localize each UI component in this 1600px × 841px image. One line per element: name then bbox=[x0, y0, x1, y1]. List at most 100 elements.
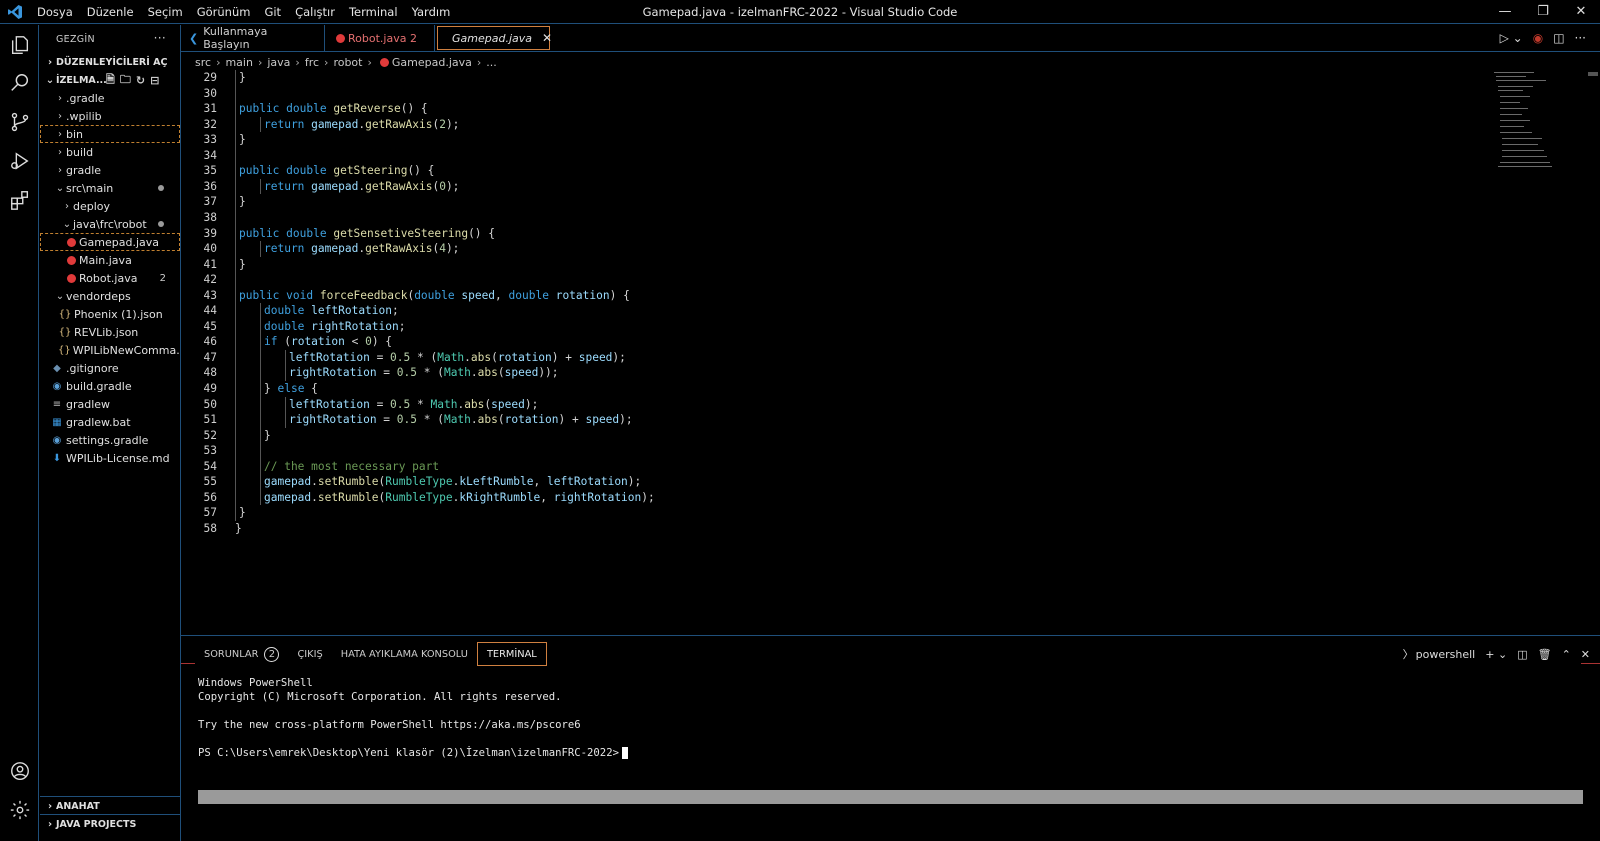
more-actions-icon[interactable]: ··· bbox=[1575, 31, 1586, 45]
collapse-all-icon[interactable]: ⊟ bbox=[150, 74, 159, 87]
tab-label: Robot.java 2 bbox=[348, 31, 417, 45]
tree-item-gradlew[interactable]: ≡ gradlew bbox=[40, 395, 180, 413]
close-tab-icon[interactable]: ✕ bbox=[542, 31, 552, 45]
terminal-icon: 〉 bbox=[1402, 648, 1414, 661]
chevron-right-icon: › bbox=[58, 146, 62, 158]
tab-debug-console[interactable]: HATA AYIKLAMA KONSOLU bbox=[332, 642, 477, 666]
settings-gear-icon[interactable] bbox=[0, 791, 39, 829]
tree-item-vendordeps[interactable]: ⌄ vendordeps bbox=[40, 287, 180, 305]
tree-item-gradle-folder[interactable]: › .gradle bbox=[40, 89, 180, 107]
tree-item-gradlew-bat[interactable]: ▦ gradlew.bat bbox=[40, 413, 180, 431]
search-icon[interactable] bbox=[0, 64, 39, 102]
extensions-icon[interactable] bbox=[0, 181, 39, 219]
explorer-sidebar: GEZGİN ··· › DÜZENLEYİCİLERİ AÇ ⌄ İZELMA… bbox=[40, 25, 181, 841]
tree-item-settings-gradle[interactable]: ◉ settings.gradle bbox=[40, 431, 180, 449]
maximize-panel-icon[interactable]: ⌃ bbox=[1562, 648, 1571, 661]
close-window-icon[interactable]: ✕ bbox=[1562, 0, 1600, 24]
restore-icon[interactable]: ❐ bbox=[1524, 0, 1562, 24]
tree-item-label: build bbox=[66, 145, 94, 159]
tab-problems[interactable]: SORUNLAR 2 bbox=[195, 642, 288, 666]
new-terminal-icon[interactable]: + ⌄ bbox=[1485, 648, 1507, 661]
menu-git[interactable]: Git bbox=[257, 0, 288, 24]
tree-item-java-frc-robot[interactable]: ⌄ java\frc\robot bbox=[40, 215, 180, 233]
tree-item-phoenix-json[interactable]: {} Phoenix (1).json bbox=[40, 305, 180, 323]
line-number: 32 bbox=[203, 117, 217, 131]
java-error-icon bbox=[379, 57, 389, 67]
tree-item-robot-java[interactable]: Robot.java 2 bbox=[40, 269, 180, 287]
breadcrumb-robot[interactable]: robot bbox=[333, 56, 362, 69]
refresh-icon[interactable]: ↻ bbox=[136, 74, 145, 87]
account-icon[interactable] bbox=[0, 752, 39, 790]
outline-section[interactable]: › ANAHAT bbox=[40, 797, 180, 815]
tab-robot-java[interactable]: Robot.java 2 bbox=[325, 25, 435, 51]
tree-item-main-java[interactable]: Main.java bbox=[40, 251, 180, 269]
java-projects-section[interactable]: › JAVA PROJECTS bbox=[40, 815, 180, 833]
tree-item-wpilib-json[interactable]: {} WPILibNewComma... bbox=[40, 341, 180, 359]
tab-output[interactable]: ÇIKIŞ bbox=[288, 642, 331, 666]
tree-item-label: .gradle bbox=[66, 91, 105, 105]
close-panel-icon[interactable]: ✕ bbox=[1581, 648, 1590, 661]
wpilib-icon[interactable]: ◉ bbox=[1533, 31, 1543, 45]
menu-help[interactable]: Yardım bbox=[405, 0, 458, 24]
tree-item-deploy[interactable]: › deploy bbox=[40, 197, 180, 215]
tree-item-bin[interactable]: › bin bbox=[40, 125, 180, 143]
tree-item-wpilib[interactable]: › .wpilib bbox=[40, 107, 180, 125]
code-text: return gamepad.getRawAxis(4); bbox=[264, 242, 460, 256]
tree-item-license-md[interactable]: ⬇ WPILib-License.md bbox=[40, 449, 180, 467]
menu-run[interactable]: Çalıştır bbox=[288, 0, 342, 24]
new-file-icon[interactable]: 🗎 bbox=[106, 71, 115, 90]
line-number: 54 bbox=[203, 459, 217, 473]
code-text: public void forceFeedback(double speed, … bbox=[239, 288, 630, 302]
tab-terminal[interactable]: TERMİNAL bbox=[476, 642, 547, 666]
breadcrumb-main[interactable]: main bbox=[225, 56, 252, 69]
tab-getting-started[interactable]: ❮ Kullanmaya Başlayın bbox=[181, 25, 325, 51]
line-number: 33 bbox=[203, 133, 217, 147]
terminal-scrollbar[interactable] bbox=[198, 790, 1583, 804]
tree-item-gradle[interactable]: › gradle bbox=[40, 161, 180, 179]
terminal-output[interactable]: Windows PowerShell Copyright (C) Microso… bbox=[198, 676, 628, 760]
tree-item-label: Phoenix (1).json bbox=[74, 307, 163, 321]
menu-terminal[interactable]: Terminal bbox=[342, 0, 405, 24]
breadcrumb-frc[interactable]: frc bbox=[305, 56, 319, 69]
split-editor-icon[interactable]: ◫ bbox=[1553, 31, 1564, 45]
run-icon[interactable]: ▷ ⌄ bbox=[1500, 31, 1523, 45]
minimap[interactable] bbox=[1494, 72, 1564, 172]
menu-view[interactable]: Görünüm bbox=[190, 0, 258, 24]
open-editors-section[interactable]: › DÜZENLEYİCİLERİ AÇ bbox=[40, 53, 180, 71]
breadcrumb-java[interactable]: java bbox=[267, 56, 290, 69]
indent-guide bbox=[260, 303, 261, 506]
breadcrumb-src[interactable]: src bbox=[195, 56, 211, 69]
menu-file[interactable]: Dosya bbox=[30, 0, 80, 24]
markdown-file-icon: ⬇ bbox=[52, 452, 62, 464]
tree-item-src-main[interactable]: ⌄ src\main bbox=[40, 179, 180, 197]
tree-item-build-gradle[interactable]: ◉ build.gradle bbox=[40, 377, 180, 395]
vscode-logo-icon bbox=[0, 0, 30, 24]
explorer-icon[interactable] bbox=[0, 26, 39, 64]
tree-item-gitignore[interactable]: ◆ .gitignore bbox=[40, 359, 180, 377]
split-terminal-icon[interactable]: ◫ bbox=[1517, 648, 1527, 661]
minimize-icon[interactable]: — bbox=[1486, 0, 1524, 24]
trash-icon[interactable]: 🗑 bbox=[1538, 648, 1552, 661]
chevron-right-icon: › bbox=[58, 164, 62, 176]
workspace-section[interactable]: ⌄ İZELMA... 🗎 🗀 ↻ ⊟ bbox=[40, 71, 180, 89]
tree-item-revlib-json[interactable]: {} REVLib.json bbox=[40, 323, 180, 341]
source-control-icon[interactable] bbox=[0, 103, 39, 141]
chevron-right-icon: › bbox=[324, 55, 329, 69]
shell-name[interactable]: powershell bbox=[1416, 648, 1476, 661]
tab-gamepad-java[interactable]: Gamepad.java ✕ bbox=[437, 26, 552, 50]
menu-selection[interactable]: Seçim bbox=[141, 0, 190, 24]
menu-edit[interactable]: Düzenle bbox=[80, 0, 141, 24]
breadcrumb-symbol[interactable]: ... bbox=[486, 56, 497, 69]
breadcrumb-file[interactable]: Gamepad.java bbox=[392, 56, 472, 69]
line-number: 39 bbox=[203, 226, 217, 240]
outline-label: ANAHAT bbox=[56, 800, 100, 812]
tree-item-label: gradlew.bat bbox=[66, 415, 131, 429]
code-editor[interactable]: 29} 30 31 public double getReverse() {32 ret… bbox=[181, 70, 1600, 635]
more-actions-icon[interactable]: ··· bbox=[154, 31, 166, 45]
tree-item-build[interactable]: › build bbox=[40, 143, 180, 161]
editor-scrollbar[interactable] bbox=[1588, 72, 1598, 76]
tree-item-gamepad-java[interactable]: Gamepad.java bbox=[40, 233, 180, 251]
line-number: 45 bbox=[203, 319, 217, 333]
run-debug-icon[interactable] bbox=[0, 142, 39, 180]
new-folder-icon[interactable]: 🗀 bbox=[120, 71, 131, 90]
